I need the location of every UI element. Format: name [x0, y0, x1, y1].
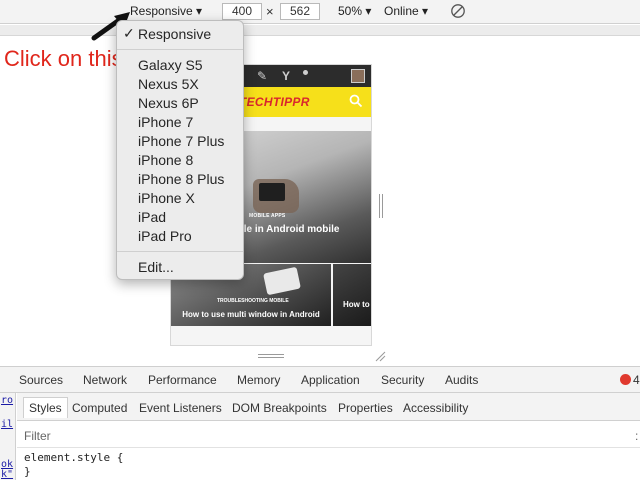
hero-category[interactable]: MOBILE APPS — [249, 213, 285, 219]
menu-item-iphone-8[interactable]: iPhone 8 — [138, 152, 193, 168]
style-rule-close: } — [24, 465, 31, 478]
menu-item-galaxy-s5[interactable]: Galaxy S5 — [138, 57, 203, 73]
styles-subtabbar: Styles Computed Event Listeners DOM Brea… — [17, 393, 640, 421]
menu-separator — [117, 49, 243, 50]
elements-gutter: ro il ok k" — [0, 393, 16, 480]
annotation-label: Click on this — [4, 46, 123, 71]
pencil-icon[interactable]: ✎ — [257, 69, 267, 83]
devtools-panel: Sources Network Performance Memory Appli… — [0, 366, 640, 480]
dot-icon — [303, 70, 308, 75]
y-logo-icon[interactable]: Y — [282, 69, 290, 83]
article-title[interactable]: How to use multi window in Android — [175, 310, 327, 319]
device-dropdown-menu: ✓ Responsive Galaxy S5 Nexus 5X Nexus 6P… — [116, 20, 244, 280]
article-category[interactable]: TROUBLESHOOTING MOBILE — [217, 298, 289, 304]
source-link[interactable]: il — [1, 419, 13, 430]
subtab-dom-breakpoints[interactable]: DOM Breakpoints — [232, 401, 327, 415]
source-link[interactable]: ro — [1, 395, 13, 406]
subtab-styles[interactable]: Styles — [23, 397, 68, 418]
site-logo[interactable]: TECHTIPPR — [239, 95, 310, 109]
code-fragment: k" — [1, 469, 14, 480]
avatar[interactable] — [351, 69, 365, 83]
menu-item-responsive[interactable]: Responsive — [138, 26, 211, 42]
error-icon[interactable] — [620, 374, 631, 385]
tab-application[interactable]: Application — [301, 373, 360, 387]
menu-item-iphone-x[interactable]: iPhone X — [138, 190, 195, 206]
article-card[interactable]: How to — [333, 264, 371, 326]
article-title[interactable]: How to — [343, 300, 370, 309]
menu-item-ipad-pro[interactable]: iPad Pro — [138, 228, 192, 244]
filter-input[interactable]: Filter : — [17, 422, 640, 448]
filter-placeholder: Filter — [24, 429, 51, 443]
checkmark-icon: ✓ — [123, 25, 135, 41]
tab-sources[interactable]: Sources — [19, 373, 63, 387]
tab-performance[interactable]: Performance — [148, 373, 217, 387]
filter-options-button[interactable]: : — [635, 429, 638, 443]
resize-handle-right-icon[interactable] — [378, 194, 384, 218]
tab-network[interactable]: Network — [83, 373, 127, 387]
menu-item-edit[interactable]: Edit... — [138, 259, 174, 275]
tab-security[interactable]: Security — [381, 373, 424, 387]
style-rule-selector[interactable]: element.style { — [24, 451, 123, 464]
height-input[interactable]: 562 — [280, 3, 320, 20]
tab-memory[interactable]: Memory — [237, 373, 280, 387]
phone-image — [259, 183, 285, 201]
subtab-computed[interactable]: Computed — [72, 401, 127, 415]
menu-item-ipad[interactable]: iPad — [138, 209, 166, 225]
search-icon[interactable] — [349, 94, 363, 108]
error-count[interactable]: 4 — [633, 373, 640, 387]
devtools-tabbar: Sources Network Performance Memory Appli… — [0, 367, 640, 393]
rotate-icon[interactable] — [450, 3, 466, 19]
menu-item-iphone-7-plus[interactable]: iPhone 7 Plus — [138, 133, 224, 149]
menu-item-nexus-5x[interactable]: Nexus 5X — [138, 76, 199, 92]
subtab-properties[interactable]: Properties — [338, 401, 393, 415]
device-select[interactable]: Responsive ▾ — [130, 4, 202, 18]
menu-item-nexus-6p[interactable]: Nexus 6P — [138, 95, 199, 111]
zoom-select[interactable]: 50% ▾ — [338, 4, 371, 18]
resize-handle-bottom-icon[interactable] — [258, 353, 284, 359]
subtab-accessibility[interactable]: Accessibility — [403, 401, 468, 415]
network-throttle-select[interactable]: Online ▾ — [384, 4, 428, 18]
subtab-event-listeners[interactable]: Event Listeners — [139, 401, 222, 415]
width-input[interactable]: 400 — [222, 3, 262, 20]
resize-corner-icon[interactable] — [374, 350, 386, 362]
phone-image — [263, 266, 301, 296]
menu-separator — [117, 251, 243, 252]
menu-item-iphone-7[interactable]: iPhone 7 — [138, 114, 193, 130]
menu-item-iphone-8-plus[interactable]: iPhone 8 Plus — [138, 171, 224, 187]
dimension-separator: × — [266, 4, 274, 19]
tab-audits[interactable]: Audits — [445, 373, 478, 387]
